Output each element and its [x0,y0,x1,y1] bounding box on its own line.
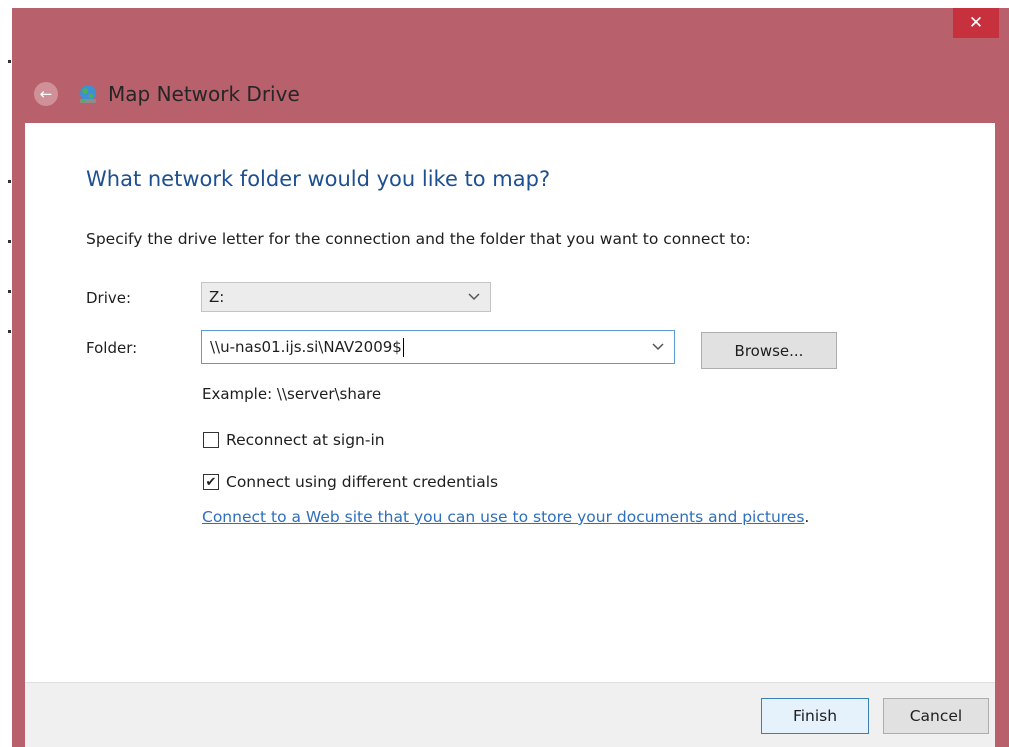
dialog-content: What network folder would you like to ma… [25,123,995,682]
back-arrow-icon: ← [39,85,53,103]
credentials-checkbox-row[interactable]: ✔ Connect using different credentials [203,473,498,491]
edge-mark [8,330,11,333]
cancel-button[interactable]: Cancel [883,698,989,734]
browse-button[interactable]: Browse... [701,332,837,369]
text-cursor [402,337,404,357]
chevron-down-icon [468,293,480,301]
credentials-label[interactable]: Connect using different credentials [226,473,498,491]
dialog-title-bar: ← Map Network Drive [34,78,300,110]
reconnect-checkbox-row[interactable]: Reconnect at sign-in [203,431,385,449]
instruction-text: Specify the drive letter for the connect… [86,230,751,248]
close-button[interactable]: ✕ [953,8,999,38]
example-text: Example: \\server\share [202,385,382,403]
credentials-checkbox[interactable]: ✔ [203,474,219,490]
edge-mark [8,240,11,243]
close-icon: ✕ [968,13,984,33]
reconnect-label[interactable]: Reconnect at sign-in [226,431,385,449]
page-heading: What network folder would you like to ma… [86,167,551,191]
checkmark-icon: ✔ [205,474,217,490]
reconnect-checkbox[interactable] [203,432,219,448]
drive-label: Drive: [86,289,132,307]
network-drive-globe-icon [80,85,96,103]
edge-mark [8,290,11,293]
folder-value: \\u-nas01.ijs.si\NAV2009$ [210,338,402,356]
drive-select[interactable]: Z: [201,282,491,312]
dialog-footer: Finish Cancel [25,682,995,747]
edge-mark [8,60,11,63]
map-network-drive-dialog: ✕ ← Map Network Drive What network folde… [12,8,1009,747]
folder-label: Folder: [86,339,138,357]
web-site-link[interactable]: Connect to a Web site that you can use t… [202,508,804,526]
drive-value: Z: [209,288,225,306]
dialog-title: Map Network Drive [108,82,300,106]
web-site-link-line: Connect to a Web site that you can use t… [202,508,809,526]
back-button[interactable]: ← [34,82,58,106]
folder-input[interactable]: \\u-nas01.ijs.si\NAV2009$ [201,330,675,364]
finish-button[interactable]: Finish [761,698,869,734]
background-window-edge [0,0,12,747]
link-period: . [804,508,810,526]
edge-mark [8,180,11,183]
chevron-down-icon[interactable] [652,343,664,351]
